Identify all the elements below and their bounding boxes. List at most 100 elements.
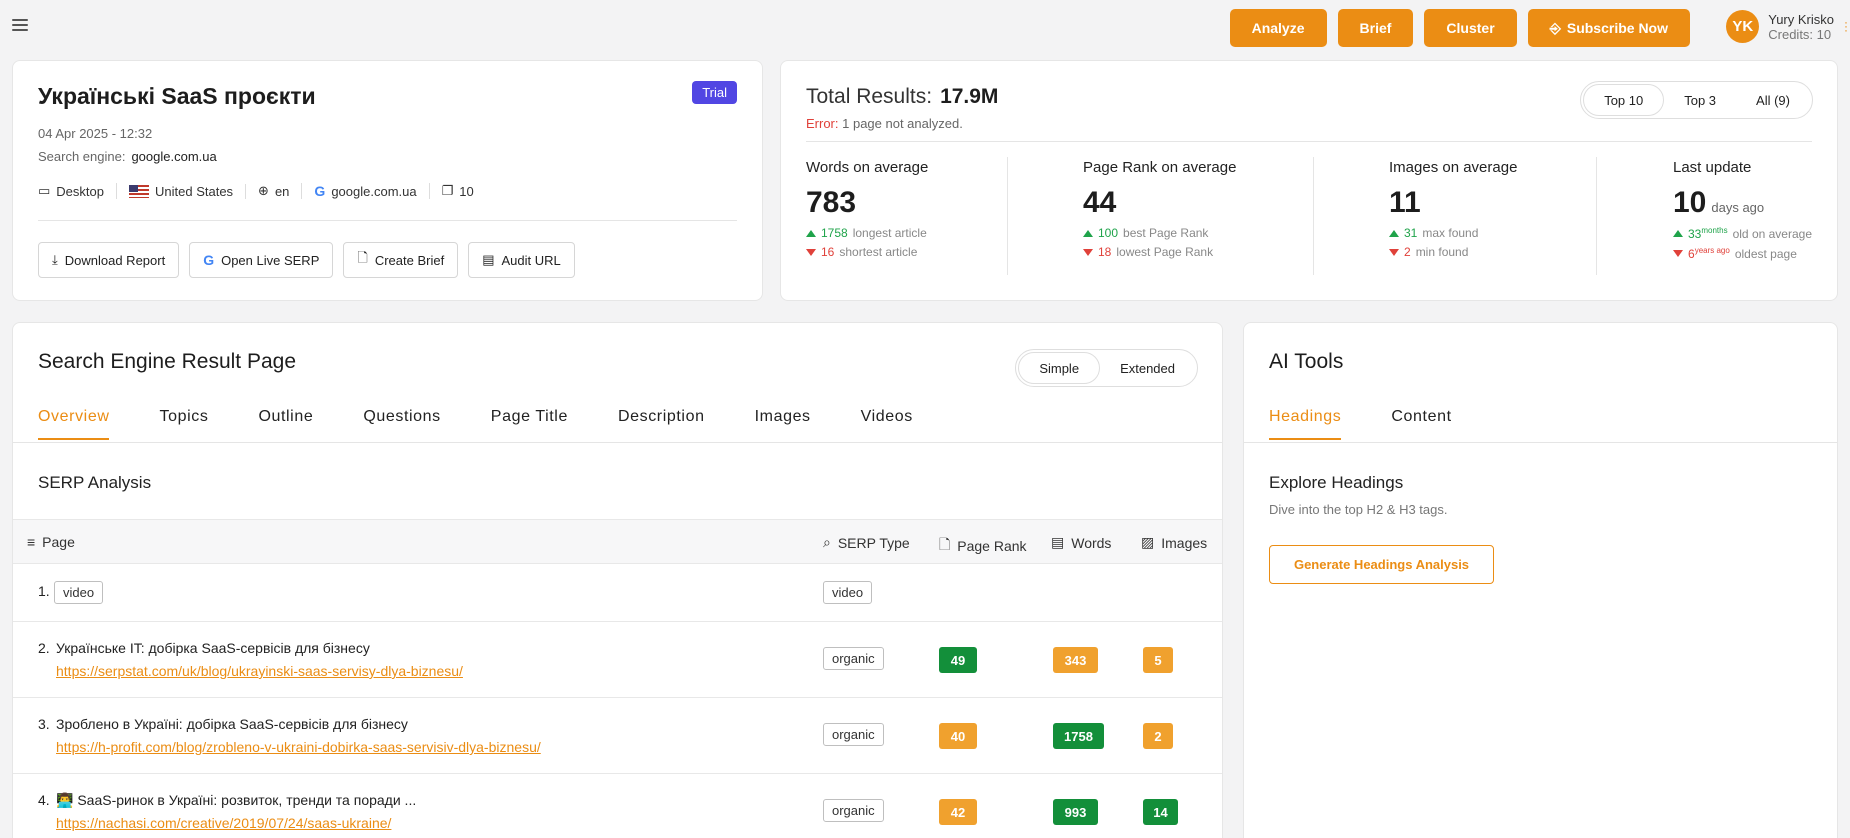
serp-type-chip: organic [823, 799, 884, 822]
generate-headings-button[interactable]: Generate Headings Analysis [1269, 545, 1494, 584]
stat-words-max-text: longest article [852, 226, 927, 240]
audit-url-label: Audit URL [501, 252, 561, 268]
page-rank-badge: 49 [939, 647, 977, 673]
arrow-down-icon [1673, 250, 1683, 257]
row-url[interactable]: https://nachasi.com/creative/2019/07/24/… [56, 815, 391, 831]
total-results: Total Results: 17.9M [806, 85, 998, 109]
mode-simple[interactable]: Simple [1018, 352, 1101, 384]
more-vertical-icon[interactable]: · · · [1844, 16, 1848, 36]
stat-update-unit: days ago [1711, 200, 1765, 215]
stat-update-number: 10 [1673, 186, 1707, 219]
table-row: 4. 👨‍💻 SaaS-ринок в Україні: розвиток, т… [13, 774, 1222, 838]
col-page-label: Page [42, 534, 75, 550]
stat-rank-min: 18 [1098, 245, 1112, 259]
tab-page-title[interactable]: Page Title [491, 408, 568, 440]
filter-all[interactable]: All (9) [1736, 84, 1810, 116]
trial-badge: Trial [692, 81, 737, 104]
col-page[interactable]: ≡ Page [27, 534, 75, 550]
row-title: Зроблено в Україні: добірка SaaS-сервісі… [56, 716, 408, 732]
col-serp-type-label: SERP Type [837, 534, 910, 551]
user-credits: Credits: 10 [1768, 26, 1832, 42]
top-bar: Analyze Brief Cluster ⎆ Subscribe Now YK … [0, 0, 1850, 54]
error-text: 1 page not analyzed. [842, 116, 963, 131]
stat-images-max: 31 [1404, 226, 1418, 240]
words-badge: 993 [1053, 799, 1098, 825]
tab-content[interactable]: Content [1391, 408, 1451, 440]
filter-top3[interactable]: Top 3 [1664, 84, 1736, 116]
user-menu[interactable]: YK Yury Krisko Credits: 10 [1726, 10, 1834, 43]
divider [13, 442, 1222, 443]
arrow-up-icon [1083, 229, 1093, 237]
create-brief-button[interactable]: 🗋 Create Brief [343, 242, 459, 278]
brief-button[interactable]: Brief [1337, 9, 1414, 47]
meta-device-label: Desktop [56, 183, 104, 199]
col-images[interactable]: ▨ Images [1141, 534, 1207, 551]
stat-rank-min-text: lowest Page Rank [1116, 245, 1214, 259]
stat-images-value: 11 [1389, 186, 1421, 219]
tab-headings[interactable]: Headings [1269, 408, 1342, 440]
engine-label: Search engine: [38, 149, 126, 164]
stat-update-max: 33 [1688, 227, 1702, 241]
globe-icon: ⊕ [258, 183, 269, 198]
stat-words-min-text: shortest article [839, 245, 918, 259]
stat-images-min-text: min found [1415, 245, 1469, 259]
serp-type-chip: organic [823, 723, 884, 746]
open-live-serp-button[interactable]: G Open Live SERP [189, 242, 334, 278]
filter-top10[interactable]: Top 10 [1583, 84, 1665, 116]
meta-count: ❐ 10 [430, 183, 486, 199]
us-flag-icon [129, 184, 149, 198]
explore-headings-title: Explore Headings [1269, 473, 1404, 492]
tab-outline[interactable]: Outline [258, 408, 313, 440]
meta-language: ⊕ en [246, 183, 303, 199]
tab-description[interactable]: Description [618, 408, 705, 440]
col-page-rank[interactable]: 🗋 Page Rank [939, 534, 1027, 558]
subscribe-button[interactable]: ⎆ Subscribe Now [1527, 9, 1690, 47]
table-row: 2. Українське IT: добірка SaaS-сервісів … [13, 622, 1222, 698]
meta-engine: Ggoogle.com.ua [302, 183, 430, 199]
divider [1313, 157, 1314, 275]
row-url[interactable]: https://h-profit.com/blog/zrobleno-v-ukr… [56, 739, 541, 755]
arrow-up-icon [806, 229, 816, 237]
tab-videos[interactable]: Videos [861, 408, 913, 440]
analyze-button[interactable]: Analyze [1229, 9, 1327, 47]
meta-engine-label: google.com.ua [331, 183, 417, 199]
tab-topics[interactable]: Topics [159, 408, 208, 440]
row-title: 👨‍💻 SaaS-ринок в Україні: розвиток, трен… [56, 792, 417, 808]
top-actions: Analyze Brief Cluster ⎆ Subscribe Now [1229, 9, 1690, 47]
open-live-serp-label: Open Live SERP [221, 252, 320, 268]
divider [38, 220, 737, 221]
stat-words-max: 1758 [821, 226, 848, 240]
stat-update-min: 6 [1688, 247, 1695, 261]
google-icon: G [203, 252, 215, 268]
project-card: Українські SaaS проєкти Trial 04 Apr 202… [12, 60, 763, 301]
divider [1244, 442, 1837, 443]
divider [1007, 157, 1008, 275]
cluster-button[interactable]: Cluster [1424, 9, 1517, 47]
tab-questions[interactable]: Questions [363, 408, 440, 440]
serp-title: Search Engine Result Page [38, 350, 296, 373]
table-row: 3. Зроблено в Україні: добірка SaaS-серв… [13, 698, 1222, 774]
table-row: 1. video video [13, 564, 1222, 622]
meta-country: United States [117, 183, 247, 199]
col-serp-type[interactable]: ⌕ SERP Type [823, 534, 910, 551]
row-url[interactable]: https://serpstat.com/uk/blog/ukrayinski-… [56, 663, 463, 679]
row-number: 3. [38, 716, 50, 732]
hamburger-menu-icon[interactable] [12, 19, 28, 33]
stat-words-label: Words on average [806, 159, 929, 176]
tab-overview[interactable]: Overview [38, 408, 110, 440]
page-rank-badge: 42 [939, 799, 977, 825]
tab-images[interactable]: Images [755, 408, 811, 440]
ai-tools-title: AI Tools [1269, 350, 1344, 373]
stat-last-update: Last update 10 days ago 33months old on av… [1673, 159, 1812, 261]
search-icon: ⌕ [823, 534, 831, 550]
audit-url-button[interactable]: ▤ Audit URL [468, 242, 575, 278]
user-name: Yury Krisko [1768, 11, 1834, 27]
error-label: Error: [806, 116, 839, 131]
mode-extended[interactable]: Extended [1100, 352, 1195, 384]
images-badge: 14 [1143, 799, 1178, 825]
col-words[interactable]: ▤ Words [1051, 534, 1111, 551]
meta-country-label: United States [155, 183, 234, 199]
error-message: Error: 1 page not analyzed. [806, 116, 963, 131]
download-report-button[interactable]: ⤓ Download Report [38, 242, 180, 278]
explore-headings-desc: Dive into the top H2 & H3 tags. [1269, 502, 1448, 517]
